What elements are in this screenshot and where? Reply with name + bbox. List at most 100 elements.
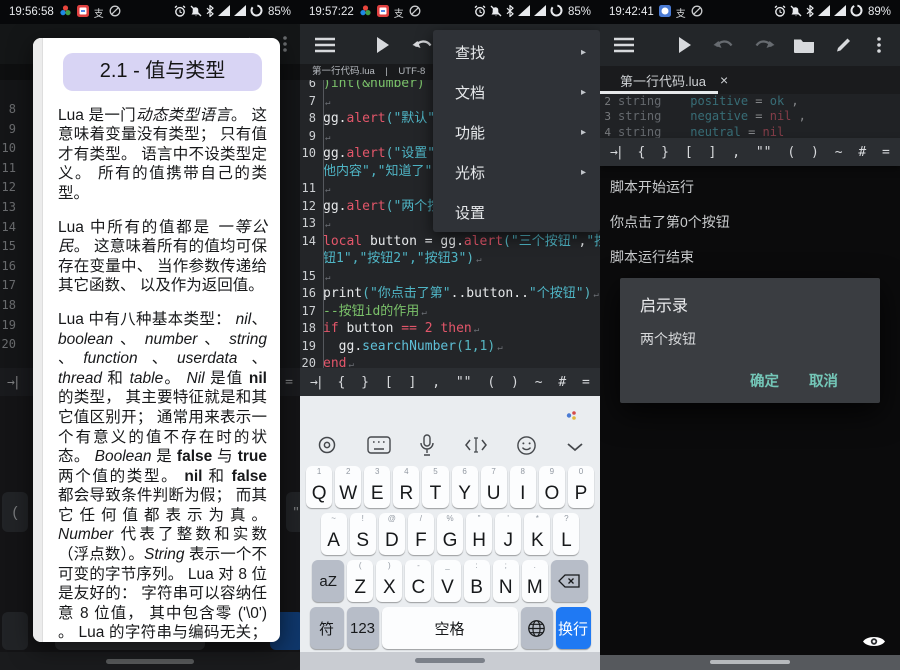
symbol-key[interactable]: = <box>882 145 890 160</box>
symbol-key[interactable]: "" <box>456 375 472 390</box>
symbol-key[interactable]: [ <box>385 375 393 390</box>
ime-settings-icon[interactable] <box>316 434 338 461</box>
code-line[interactable]: 2string positive = ok , <box>600 94 900 109</box>
numbers-key[interactable]: 123 <box>347 607 379 649</box>
key-W[interactable]: 2W <box>335 466 361 508</box>
mic-icon[interactable] <box>419 434 435 461</box>
run-script-icon[interactable] <box>678 37 691 53</box>
symbol-key[interactable]: ] <box>409 375 417 390</box>
key-X[interactable]: )X <box>376 560 402 602</box>
tab-filename[interactable]: 第一行代码.lua <box>620 71 706 90</box>
run-script-icon[interactable] <box>376 37 389 53</box>
symbol-key[interactable]: [ <box>685 145 693 160</box>
code-line[interactable]: 3string negative = nil , <box>600 109 900 124</box>
symbol-key[interactable]: ] <box>709 145 717 160</box>
code-line[interactable]: 15↵ <box>300 268 600 286</box>
eye-visibility-icon[interactable] <box>862 634 886 654</box>
cursor-mover-icon[interactable] <box>464 436 488 459</box>
key-Z[interactable]: (Z <box>347 560 373 602</box>
key-P[interactable]: 0P <box>568 466 594 508</box>
symbols-key[interactable]: 符 <box>310 607 344 649</box>
backspace-key[interactable] <box>551 560 588 602</box>
key-L[interactable]: ?L <box>553 513 579 555</box>
globe-key[interactable] <box>521 607 553 649</box>
symbol-key[interactable]: ) <box>511 375 519 390</box>
symbol-key[interactable]: , <box>432 375 440 390</box>
undo-icon[interactable] <box>412 38 434 53</box>
key-O[interactable]: 9O <box>539 466 565 508</box>
undo-icon[interactable] <box>713 38 735 53</box>
code-line[interactable]: 16print("你点击了第"..button.."个按钮")↵ <box>300 285 600 303</box>
key-I[interactable]: 8I <box>510 466 536 508</box>
dimmed-code-editor[interactable]: 2string positive = ok ,3string negative … <box>600 94 900 140</box>
doc-content[interactable]: 2.1 - 值与类型 Lua 是一门动态类型语言。 这意味着变量没有类型； 只有… <box>43 38 280 642</box>
kebab-menu-icon[interactable] <box>877 37 881 53</box>
key-N[interactable]: ;N <box>493 560 519 602</box>
keyboard-layout-icon[interactable] <box>367 436 391 459</box>
redo-icon[interactable] <box>753 38 775 53</box>
menu-item-find[interactable]: 查找▸ <box>433 32 600 72</box>
symbol-key[interactable]: = <box>582 375 590 390</box>
code-line[interactable]: 17--按钮id的作用↵ <box>300 303 600 321</box>
code-line[interactable]: 19 gg.searchNumber(1,1)↵ <box>300 338 600 356</box>
cancel-button[interactable]: 取消 <box>809 370 838 391</box>
key-M[interactable]: .M <box>522 560 548 602</box>
console-output[interactable]: 脚本开始运行你点击了第0个按钮脚本运行结束 <box>600 166 900 655</box>
menu-item-docs[interactable]: 文档▸ <box>433 72 600 112</box>
symbol-key[interactable]: ( <box>787 145 795 160</box>
code-line[interactable]: 14local button = gg.alert("三个按钮","按 <box>300 233 600 251</box>
menu-item-functions[interactable]: 功能▸ <box>433 112 600 152</box>
doc-scrollbar[interactable] <box>33 38 43 642</box>
home-indicator[interactable] <box>710 660 790 664</box>
symbol-key[interactable]: { <box>638 145 646 160</box>
emoji-icon[interactable] <box>516 435 537 461</box>
hamburger-menu-icon[interactable] <box>613 37 635 53</box>
symbol-key[interactable]: , <box>732 145 740 160</box>
key-K[interactable]: *K <box>524 513 550 555</box>
key-A[interactable]: ~A <box>321 513 347 555</box>
symbol-key[interactable]: { <box>338 375 346 390</box>
key-T[interactable]: 5T <box>422 466 448 508</box>
key-F[interactable]: /F <box>408 513 434 555</box>
key-Q[interactable]: 1Q <box>306 466 332 508</box>
code-line[interactable]: 钮1","按钮2","按钮3")↵ <box>300 250 600 268</box>
symbol-key[interactable]: } <box>661 145 669 160</box>
tab-key-icon[interactable]: →| <box>310 375 322 390</box>
symbol-key[interactable]: ~ <box>835 145 843 160</box>
doc-overlay[interactable]: 2.1 - 值与类型 Lua 是一门动态类型语言。 这意味着变量没有类型； 只有… <box>33 38 280 642</box>
symbol-key[interactable]: ~ <box>535 375 543 390</box>
symbol-key[interactable]: # <box>558 375 566 390</box>
ok-button[interactable]: 确定 <box>750 370 779 391</box>
key-D[interactable]: @D <box>379 513 405 555</box>
symbol-key[interactable]: } <box>361 375 369 390</box>
symbol-key[interactable]: ) <box>811 145 819 160</box>
folder-icon[interactable] <box>793 37 815 54</box>
key-H[interactable]: "H <box>466 513 492 555</box>
key-J[interactable]: 'J <box>495 513 521 555</box>
key-R[interactable]: 4R <box>393 466 419 508</box>
tab-close-icon[interactable]: × <box>720 72 728 88</box>
enter-key[interactable]: 换行 <box>556 607 591 649</box>
key-V[interactable]: _V <box>434 560 460 602</box>
shift-key[interactable]: aZ <box>312 560 344 602</box>
key-S[interactable]: !S <box>350 513 376 555</box>
key-U[interactable]: 7U <box>481 466 507 508</box>
pencil-icon[interactable] <box>835 37 852 54</box>
tab-key-icon[interactable]: →| <box>610 145 622 160</box>
collapse-keyboard-icon[interactable] <box>566 439 584 457</box>
key-C[interactable]: -C <box>405 560 431 602</box>
menu-item-cursor[interactable]: 光标▸ <box>433 152 600 192</box>
key-G[interactable]: %G <box>437 513 463 555</box>
key-Y[interactable]: 6Y <box>452 466 478 508</box>
symbol-key[interactable]: "" <box>756 145 772 160</box>
space-key[interactable]: 空格 <box>382 607 518 649</box>
code-line[interactable]: 20end↵ <box>300 355 600 368</box>
key-B[interactable]: :B <box>464 560 490 602</box>
code-line[interactable]: 18if button == 2 then↵ <box>300 320 600 338</box>
menu-item-settings[interactable]: 设置 <box>433 192 600 232</box>
symbol-key[interactable]: ( <box>487 375 495 390</box>
hamburger-menu-icon[interactable] <box>314 37 336 53</box>
symbol-key[interactable]: # <box>858 145 866 160</box>
home-indicator[interactable] <box>415 658 485 663</box>
key-E[interactable]: 3E <box>364 466 390 508</box>
